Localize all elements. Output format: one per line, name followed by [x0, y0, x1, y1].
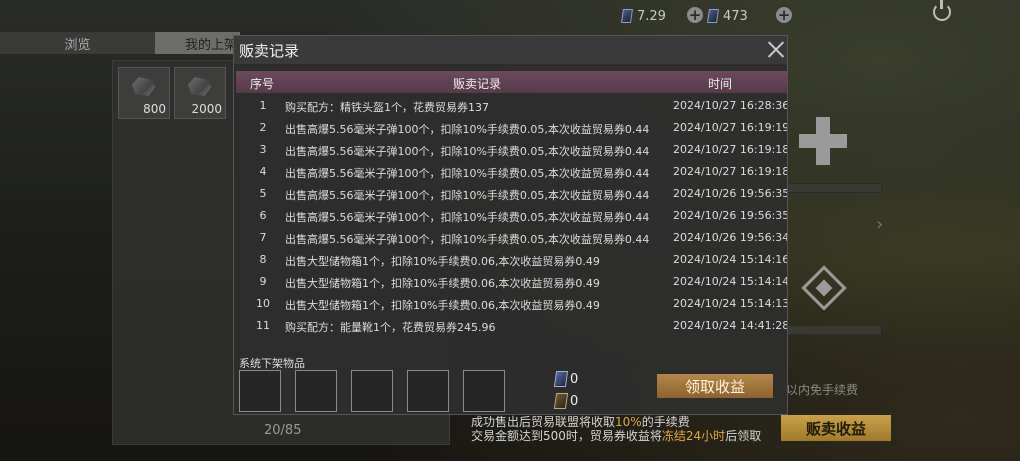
table-header: 序号 贩卖记录 时间 [236, 71, 787, 93]
claim-income-button[interactable]: 领取收益 [657, 374, 773, 398]
ticket-icon [553, 393, 569, 409]
column-index: 序号 [250, 77, 275, 91]
add-currency-1-button[interactable]: + [687, 7, 703, 23]
table-row: 9 出售大型储物箱1个，扣除10%手续费0.06,本次收益贸易券0.49 2024/… [259, 275, 788, 290]
table-row: 5 出售高爆5.56毫米子弹100个，扣除10%手续费0.05,本次收益贸易券0.… [259, 187, 788, 202]
close-icon[interactable] [768, 41, 785, 58]
currency-1: 7.29 [621, 6, 666, 26]
ore-icon [187, 77, 212, 96]
offshelf-slot[interactable] [295, 370, 337, 412]
offshelf-slot[interactable] [239, 370, 281, 412]
offshelf-section: 系统下架物品 0 0 领取收益 [236, 351, 787, 415]
ticket-icon [707, 9, 719, 23]
fee-notice: 成功售出后贸易联盟将收取10%的手续费 交易金额达到500时，贸易券收益将冻结2… [471, 415, 762, 443]
offshelf-slot[interactable] [407, 370, 449, 412]
table-row: 11 购买配方：能量靴1个，花费贸易券245.96 2024/10/24 14:41… [256, 319, 787, 334]
market-tabs: 浏览 我的上架 [0, 32, 240, 54]
dialog-header: 贩卖记录 [234, 36, 787, 64]
side-bar-strip [784, 325, 882, 335]
table-row: 1 购买配方：精铁头盔1个，花费贸易券137 2024/10/27 16:28:36 [259, 99, 788, 114]
offshelf-label: 系统下架物品 [239, 357, 305, 370]
table-row: 2 出售高爆5.56毫米子弹100个，扣除10%手续费0.05,本次收益贸易券0.… [259, 121, 788, 136]
table-row: 3 出售高爆5.56毫米子弹100个，扣除10%手续费0.05,本次收益贸易券0.… [259, 143, 788, 158]
column-time: 时间 [708, 77, 733, 91]
table-row: 7 出售高爆5.56毫米子弹100个，扣除10%手续费0.05,本次收益贸易券0.… [259, 231, 788, 246]
side-bar-strip [784, 183, 882, 193]
tab-browse[interactable]: 浏览 [0, 32, 155, 54]
trade-coupon-icon [553, 371, 569, 387]
currency-2: 473 [707, 6, 748, 26]
item-quantity: 2000 [191, 102, 222, 116]
chevron-right-icon[interactable]: › [876, 214, 883, 235]
table-row: 6 出售高爆5.56毫米子弹100个，扣除10%手续费0.05,本次收益贸易券0.… [259, 209, 788, 224]
trade-coupon-icon [621, 9, 633, 23]
table-row: 10 出售大型储物箱1个，扣除10%手续费0.06,本次收益贸易券0.49 2024… [256, 297, 787, 312]
coupon-1-value: 0 [570, 372, 579, 387]
offshelf-slot[interactable] [351, 370, 393, 412]
sales-record-dialog: 贩卖记录 序号 贩卖记录 时间 1 购买配方：精铁头盔1个，花费贸易券137 202… [233, 35, 788, 415]
plus-cross-icon[interactable] [799, 117, 847, 165]
item-quantity: 800 [143, 102, 166, 116]
sell-income-button[interactable]: 贩卖收益 [781, 415, 891, 441]
offshelf-slot[interactable] [463, 370, 505, 412]
inventory-slot[interactable]: 2000 [174, 67, 226, 119]
inventory-slot[interactable]: 800 [118, 67, 170, 119]
tab-my-listings[interactable]: 我的上架 [155, 32, 240, 54]
record-list[interactable]: 1 购买配方：精铁头盔1个，花费贸易券137 2024/10/27 16:28:36… [236, 95, 787, 347]
column-record: 贩卖记录 [453, 77, 502, 91]
add-currency-2-button[interactable]: + [776, 7, 792, 23]
table-row: 4 出售高爆5.56毫米子弹100个，扣除10%手续费0.05,本次收益贸易券0.… [259, 165, 788, 180]
power-icon[interactable] [933, 0, 951, 21]
currency-1-value: 7.29 [637, 8, 666, 24]
coupon-2-value: 0 [570, 394, 579, 409]
dialog-title: 贩卖记录 [239, 42, 300, 60]
ore-icon [131, 77, 156, 96]
currency-2-value: 473 [723, 8, 748, 24]
slot-count: 20/85 [264, 423, 302, 438]
table-row: 8 出售大型储物箱1个，扣除10%手续费0.06,本次收益贸易券0.49 2024/… [259, 253, 788, 268]
free-fee-text: 以内免手续费 [786, 383, 859, 397]
